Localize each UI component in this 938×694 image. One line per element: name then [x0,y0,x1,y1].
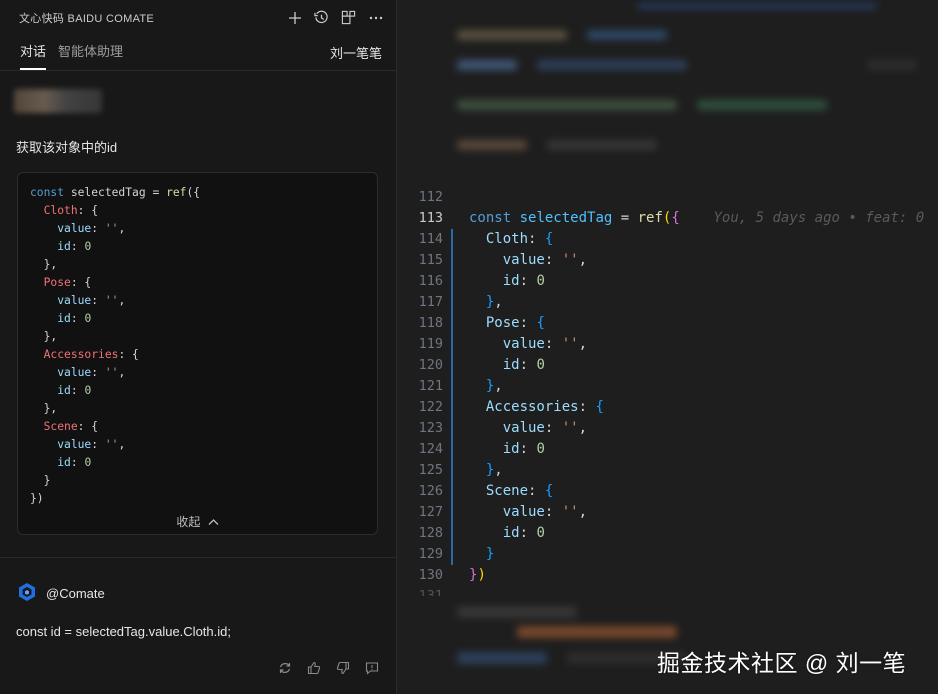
panel-title: 文心快码 BAIDU COMATE [19,12,155,25]
line-number: 130 [418,567,443,583]
line-number: 126 [418,483,443,499]
collapse-label: 收起 [176,515,201,529]
line-number: 123 [418,420,443,436]
question-code-block: const selectedTag = ref({ Cloth: { value… [17,172,378,535]
divider [0,557,396,558]
editor-code[interactable]: const selectedTag = ref({ You, 5 days ag… [469,208,924,586]
indent-guide [451,229,453,565]
line-numbers: 112 113 114 115 116 117 118 119 120 121 … [397,187,443,596]
more-icon[interactable] [367,9,384,26]
thumbs-up-icon[interactable] [306,660,322,676]
tab-chat[interactable]: 对话 [20,35,47,70]
tab-agent-assistant[interactable]: 智能体助理 [58,35,123,70]
line-number: 121 [418,378,443,394]
panel-titlebar: 文心快码 BAIDU COMATE [0,0,396,35]
line-number: 125 [418,462,443,478]
collapse-button[interactable]: 收起 [18,513,377,530]
user-name[interactable]: 刘一笔笔 [330,43,382,62]
regenerate-icon[interactable] [277,660,293,676]
line-number: 117 [418,294,443,310]
answer-text: const id = selectedTag.value.Cloth.id; [16,624,231,639]
blurred-code-region-top [397,0,938,180]
answer-header: @Comate [17,582,105,605]
line-number: 118 [418,315,443,331]
line-number: 120 [418,357,443,373]
user-avatar-blurred [14,89,102,113]
line-number: 131 [418,588,443,596]
line-number: 114 [418,231,443,247]
panel-tabs: 对话 智能体助理 刘一笔笔 [0,35,396,71]
line-number: 112 [418,189,443,205]
line-number: 119 [418,336,443,352]
line-number: 127 [418,504,443,520]
code-snippet: const selectedTag = ref({ Cloth: { value… [30,186,201,505]
line-number: 128 [418,525,443,541]
comate-panel: 文心快码 BAIDU COMATE 对话 智能体助理 刘一笔笔 获取该对象中的i… [0,0,397,694]
line-number: 129 [418,546,443,562]
plus-icon[interactable] [286,9,303,26]
watermark: 掘金技术社区 @ 刘一笔 [657,650,907,676]
git-blame-annotation: You, 5 days ago • feat: 0 [713,210,925,226]
comate-logo-icon [17,582,37,605]
feedback-icon[interactable] [364,660,380,676]
answer-actions [277,660,380,676]
line-number: 115 [418,252,443,268]
line-number: 122 [418,399,443,415]
line-number: 116 [418,273,443,289]
user-question: 获取该对象中的id [16,140,118,155]
code-editor[interactable]: 112 113 114 115 116 117 118 119 120 121 … [397,0,938,694]
layout-icon[interactable] [340,9,357,26]
thumbs-down-icon[interactable] [335,660,351,676]
line-number-current: 113 [418,210,443,226]
chevron-up-icon [208,519,219,525]
history-icon[interactable] [313,9,330,26]
line-number: 124 [418,441,443,457]
answer-author: @Comate [46,586,105,601]
